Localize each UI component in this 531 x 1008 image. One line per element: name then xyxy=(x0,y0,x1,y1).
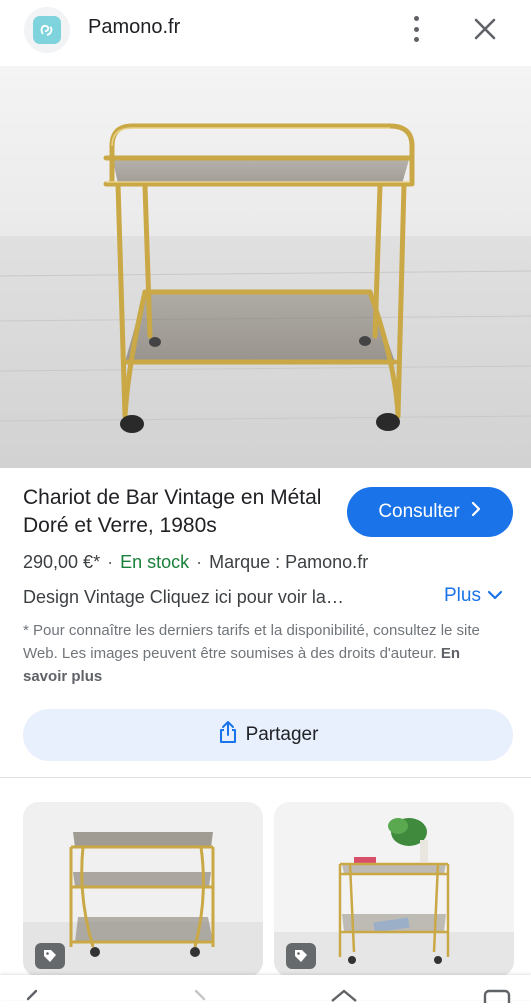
product-title: Chariot de Bar Vintage en Métal Doré et … xyxy=(23,486,322,537)
brand: Marque : Pamono.fr xyxy=(209,552,369,572)
site-favicon[interactable] xyxy=(24,7,70,53)
back-icon[interactable] xyxy=(22,989,46,1008)
chevron-right-icon xyxy=(470,501,482,523)
chevron-down-icon xyxy=(487,585,503,607)
visit-button-label: Consulter xyxy=(378,501,460,522)
top-bar: Pamono.fr xyxy=(0,0,531,62)
bottom-navigation xyxy=(0,975,531,1008)
product-image[interactable] xyxy=(0,66,531,468)
share-button[interactable]: Partager xyxy=(23,709,513,761)
tag-icon[interactable] xyxy=(286,943,316,969)
more-vert-icon[interactable] xyxy=(405,14,427,44)
site-name: Pamono.fr xyxy=(88,16,181,38)
more-button[interactable]: Plus xyxy=(444,585,503,607)
product-meta: 290,00 €* · En stock · Marque : Pamono.fr xyxy=(23,552,369,572)
disclaimer-text: * Pour connaître les derniers tarifs et … xyxy=(23,622,480,662)
related-image-1[interactable] xyxy=(23,802,263,977)
close-icon[interactable] xyxy=(470,14,500,44)
copyright-disclaimer: * Pour connaître les derniers tarifs et … xyxy=(23,619,508,688)
tag-icon[interactable] xyxy=(35,943,65,969)
stock-status: En stock xyxy=(120,552,190,572)
price: 290,00 €* xyxy=(23,552,101,572)
home-icon[interactable] xyxy=(328,989,360,1008)
forward-icon[interactable] xyxy=(188,989,212,1008)
related-image-2[interactable] xyxy=(274,802,514,977)
product-description: Design Vintage Cliquez ici pour voir la… xyxy=(23,587,344,607)
share-icon xyxy=(218,720,238,750)
tabs-icon[interactable] xyxy=(482,989,512,1008)
visit-button[interactable]: Consulter xyxy=(347,487,513,537)
pamono-favicon-icon xyxy=(33,16,61,44)
divider xyxy=(0,777,531,778)
more-label: Plus xyxy=(444,585,481,606)
share-label: Partager xyxy=(245,724,319,745)
